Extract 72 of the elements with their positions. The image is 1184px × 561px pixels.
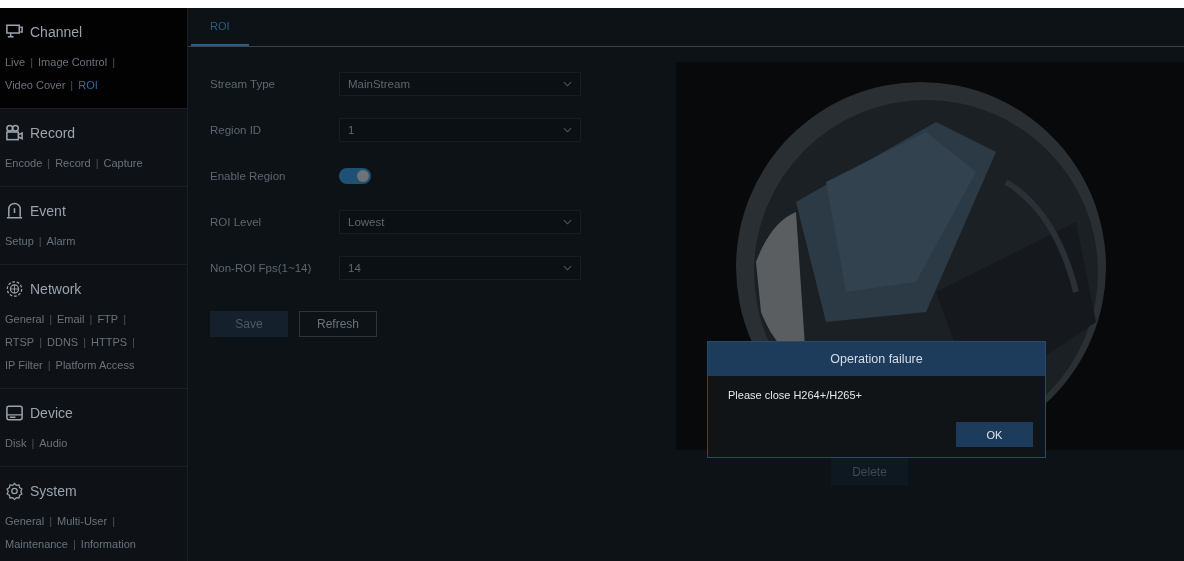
separator: |	[123, 312, 126, 325]
chevron-down-icon	[563, 265, 572, 271]
section-title[interactable]: Channel	[30, 24, 83, 40]
field-label: Non-ROI Fps(1~14)	[210, 262, 313, 274]
save-button[interactable]: Save	[210, 311, 288, 337]
video-camera-icon	[5, 124, 24, 142]
menu-link[interactable]: FTP	[97, 312, 119, 325]
section-title[interactable]: Record	[30, 125, 76, 141]
menu-link[interactable]: Image Control	[38, 55, 108, 68]
separator: |	[39, 335, 42, 348]
ok-button[interactable]: OK	[956, 422, 1033, 447]
menu-link[interactable]: Audio	[39, 436, 68, 449]
separator: |	[112, 55, 115, 68]
globe-icon	[5, 280, 24, 298]
separator: |	[49, 312, 52, 325]
menu-link[interactable]: Video Cover	[5, 78, 66, 91]
menu-link[interactable]: Information	[80, 537, 136, 550]
separator: |	[112, 514, 115, 527]
field-label: Enable Region	[210, 170, 287, 182]
field-label: ROI Level	[210, 216, 263, 228]
separator: |	[30, 55, 34, 68]
menu-link[interactable]: Alarm	[46, 234, 76, 247]
chevron-down-icon	[563, 81, 572, 87]
menu-link[interactable]: IP Filter	[5, 358, 43, 371]
dropdown[interactable]: MainStream	[339, 72, 581, 96]
separator: |	[38, 234, 42, 247]
section-title[interactable]: System	[30, 483, 77, 499]
section-title[interactable]: Network	[30, 281, 82, 297]
separator: |	[73, 537, 76, 550]
menu-link[interactable]: Live	[5, 55, 26, 68]
menu-link[interactable]: Maintenance	[5, 537, 68, 550]
chevron-down-icon	[563, 127, 572, 133]
separator: |	[31, 436, 35, 449]
section-title[interactable]: Event	[30, 203, 66, 219]
separator: |	[47, 358, 51, 371]
field-label: Region ID	[210, 124, 263, 136]
separator: |	[83, 335, 87, 348]
dropdown[interactable]: Lowest	[339, 210, 581, 234]
refresh-button[interactable]: Refresh	[299, 311, 377, 337]
menu-link[interactable]: HTTPS	[91, 335, 128, 348]
monitor-icon	[5, 23, 24, 41]
dropdown[interactable]: 1	[339, 118, 581, 142]
hard-drive-icon	[5, 404, 24, 422]
menu-link[interactable]: Encode	[5, 156, 43, 169]
menu-link[interactable]: General	[5, 312, 45, 325]
dialog-title: Operation failure	[708, 342, 1045, 376]
field-label: Stream Type	[210, 78, 276, 90]
settings-icon	[5, 482, 24, 500]
tab[interactable]: ROI	[191, 8, 249, 46]
separator: |	[132, 335, 135, 348]
dialog-message: Please close H264+/H265+	[728, 389, 863, 401]
toggle-switch[interactable]	[339, 168, 371, 184]
section-title[interactable]: Device	[30, 405, 73, 421]
dropdown[interactable]: 14	[339, 256, 581, 280]
menu-link[interactable]: RTSP	[5, 335, 35, 348]
separator: |	[47, 156, 51, 169]
separator: |	[89, 312, 93, 325]
separator: |	[70, 78, 74, 91]
menu-link[interactable]: Capture	[103, 156, 143, 169]
chevron-down-icon	[563, 219, 572, 225]
menu-link[interactable]: DDNS	[47, 335, 79, 348]
menu-link[interactable]: Platform Access	[55, 358, 135, 371]
menu-link[interactable]: Multi-User	[57, 514, 108, 527]
menu-link[interactable]: Disk	[5, 436, 27, 449]
alarm-light-icon	[5, 202, 24, 220]
menu-link[interactable]: Email	[57, 312, 85, 325]
separator: |	[95, 156, 99, 169]
menu-link[interactable]: Setup	[5, 234, 34, 247]
menu-link[interactable]: ROI	[78, 78, 98, 91]
menu-link[interactable]: Record	[55, 156, 91, 169]
separator: |	[49, 514, 52, 527]
menu-link[interactable]: General	[5, 514, 45, 527]
